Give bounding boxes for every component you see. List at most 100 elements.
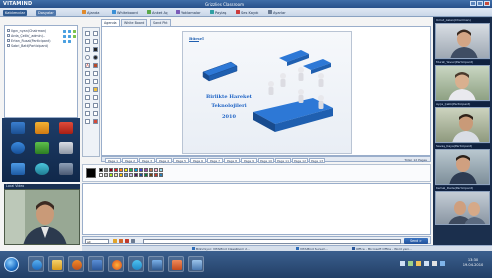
color-swatch[interactable] (159, 168, 163, 172)
close-button[interactable] (484, 1, 490, 6)
color-swatch[interactable] (99, 173, 103, 177)
page-tab[interactable]: Page 12 (292, 157, 308, 163)
zoom-in-icon[interactable] (85, 95, 90, 100)
print-icon[interactable] (85, 111, 90, 116)
color-swatch[interactable] (154, 168, 158, 172)
pointer-tool-icon[interactable] (85, 31, 90, 36)
screenshot-icon[interactable] (85, 119, 90, 124)
menu-attendance[interactable]: Yoklamalar (176, 10, 201, 16)
fill-tool-icon[interactable] (93, 87, 98, 92)
close-icon[interactable] (59, 122, 73, 134)
network-icon[interactable] (59, 163, 73, 175)
tab-files[interactable]: Dosyalar (36, 9, 56, 16)
tab-agenda[interactable]: Agenda (101, 19, 120, 26)
maximize-button[interactable] (477, 1, 483, 6)
line-tool-icon[interactable] (85, 39, 90, 44)
chat-input[interactable] (143, 238, 401, 244)
people-icon[interactable] (11, 122, 25, 134)
emoticon-icon[interactable] (131, 239, 135, 243)
taskbar-explorer[interactable] (48, 256, 64, 272)
search-icon[interactable] (35, 163, 49, 175)
page-tab[interactable]: Page 7 (207, 157, 223, 163)
menu-share[interactable]: Paylaş (210, 10, 226, 16)
color-picker-icon[interactable] (93, 63, 98, 68)
chat-bubble-icon[interactable] (35, 122, 49, 134)
eraser-tool-icon[interactable] (93, 39, 98, 44)
participant-video[interactable] (435, 191, 490, 225)
taskbar-media[interactable] (68, 256, 84, 272)
zoom-out-icon[interactable] (93, 95, 98, 100)
color-swatch[interactable] (104, 173, 108, 177)
filled-ellipse-tool-icon[interactable] (93, 55, 98, 60)
font-color-icon[interactable] (125, 239, 129, 243)
italic-format-icon[interactable] (119, 239, 123, 243)
filled-rectangle-tool-icon[interactable] (93, 47, 98, 52)
chat-messages[interactable] (82, 183, 431, 235)
color-swatch[interactable] (159, 173, 163, 177)
image-icon[interactable] (35, 142, 49, 154)
color-swatch[interactable] (109, 168, 113, 172)
page-tab[interactable]: Page 4 (156, 157, 172, 163)
ellipse-tool-icon[interactable] (85, 55, 90, 60)
page-tab[interactable]: Page 11 (275, 157, 291, 163)
minimize-button[interactable] (470, 1, 476, 6)
color-swatch[interactable] (144, 168, 148, 172)
clear-icon[interactable] (93, 111, 98, 116)
color-swatch[interactable] (119, 173, 123, 177)
color-swatch[interactable] (144, 173, 148, 177)
color-swatch[interactable] (134, 173, 138, 177)
arrow-tool-icon[interactable] (93, 71, 98, 76)
participant-video[interactable] (435, 65, 490, 101)
rectangle-tool-icon[interactable] (85, 47, 90, 52)
highlighter-tool-icon[interactable] (85, 71, 90, 76)
stop-icon[interactable] (93, 119, 98, 124)
menu-settings[interactable]: Ayarlar (268, 10, 286, 16)
participant-video[interactable] (435, 107, 490, 143)
send-button[interactable]: Send > (404, 238, 428, 244)
menu-record[interactable]: Ses Kaydı (236, 10, 258, 16)
page-tab[interactable]: Page 5 (173, 157, 189, 163)
menu-whiteboard[interactable]: Whiteboard (112, 10, 138, 16)
taskbar-ie[interactable] (28, 256, 44, 272)
phone-icon[interactable] (11, 163, 25, 175)
color-swatch[interactable] (154, 173, 158, 177)
taskbar-word[interactable] (88, 256, 104, 272)
redo-icon[interactable] (93, 79, 98, 84)
open-file-icon[interactable] (85, 103, 90, 108)
pen-tool-icon[interactable] (93, 31, 98, 36)
bold-format-icon[interactable] (113, 239, 117, 243)
color-swatch[interactable] (134, 168, 138, 172)
chat-target-select[interactable]: all (85, 238, 109, 244)
page-tab[interactable]: Page 8 (224, 157, 240, 163)
taskbar-skype[interactable] (128, 256, 144, 272)
taskbar-powerpoint[interactable] (168, 256, 184, 272)
tab-sand-pkt[interactable]: Sand Pkt (150, 19, 171, 26)
color-swatch[interactable] (119, 168, 123, 172)
color-swatch[interactable] (109, 173, 113, 177)
menu-agenda[interactable]: Ajanda (82, 10, 99, 16)
color-swatch[interactable] (124, 173, 128, 177)
page-tab[interactable]: Page 2 (122, 157, 138, 163)
start-button[interactable] (4, 257, 19, 272)
taskbar-vitamind[interactable] (148, 256, 164, 272)
page-tab[interactable]: Page 1 (105, 157, 121, 163)
participant-video[interactable] (435, 149, 490, 185)
color-swatch[interactable] (139, 168, 143, 172)
color-swatch[interactable] (149, 173, 153, 177)
taskbar-firefox[interactable] (108, 256, 124, 272)
participant-video[interactable] (435, 23, 490, 59)
clock-icon[interactable] (11, 142, 25, 154)
page-tab[interactable]: Page 10 (258, 157, 274, 163)
text-tool-icon[interactable]: A (85, 63, 90, 68)
color-swatch[interactable] (124, 168, 128, 172)
color-swatch[interactable] (149, 168, 153, 172)
color-swatch[interactable] (139, 173, 143, 177)
presentation-canvas[interactable]: Bürsel Birlikte Hareket Teknolojileri 20… (101, 26, 431, 156)
color-swatch[interactable] (129, 173, 133, 177)
page-tab[interactable]: Page 13 (309, 157, 325, 163)
undo-icon[interactable] (85, 79, 90, 84)
system-clock[interactable]: 13:30 19.04.2010 (458, 258, 488, 268)
document-icon[interactable] (59, 142, 73, 154)
color-swatch[interactable] (104, 168, 108, 172)
color-swatch[interactable] (129, 168, 133, 172)
